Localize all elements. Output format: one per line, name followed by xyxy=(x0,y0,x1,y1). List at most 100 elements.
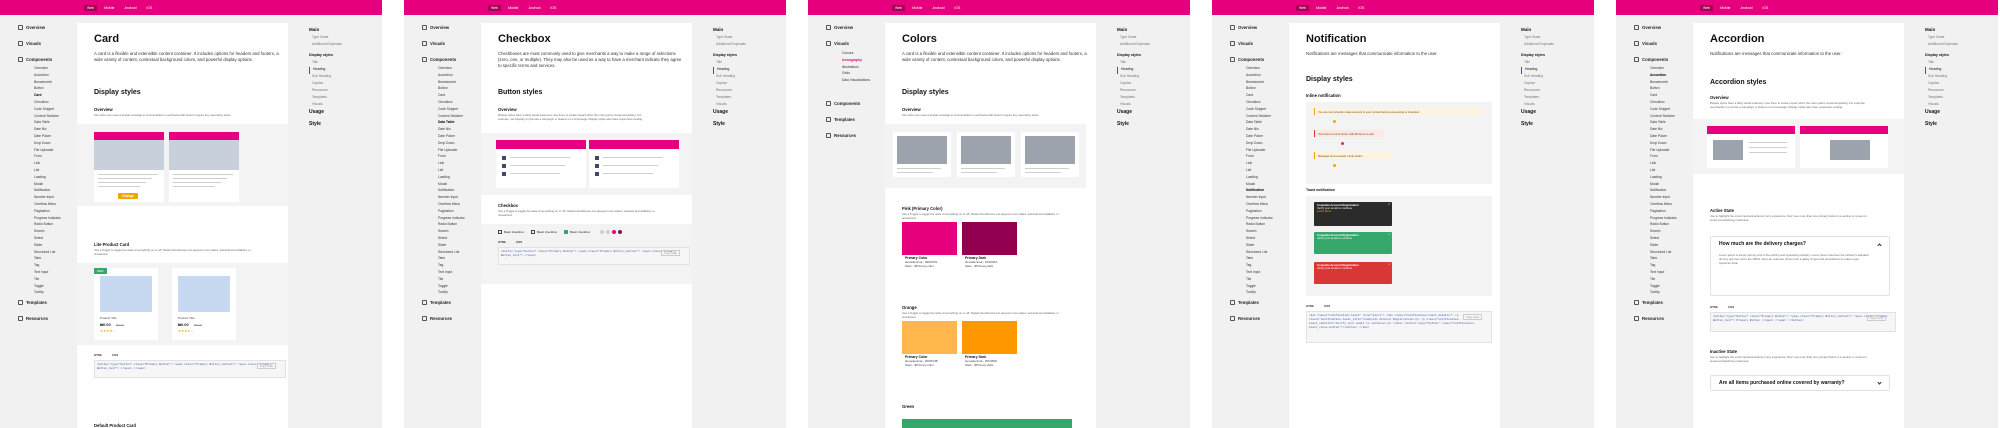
right-nav-item[interactable]: Caption xyxy=(713,81,779,88)
sidebar-item-component[interactable]: Code Snippet xyxy=(438,106,468,113)
sidebar-item-component[interactable]: Tooltip xyxy=(438,289,468,296)
sidebar-item-component[interactable]: Breadcrumb xyxy=(34,79,64,86)
sidebar-group-components[interactable]: Components xyxy=(1230,57,1264,62)
sidebar-item-component[interactable]: Tag xyxy=(34,262,64,269)
right-nav-item[interactable]: Templates xyxy=(309,95,375,102)
sidebar-item-component[interactable]: Content Switcher xyxy=(1650,113,1680,120)
sidebar-item-component[interactable]: Loading xyxy=(1650,174,1680,181)
platform-tab-ios[interactable]: iOS xyxy=(1760,5,1772,11)
right-nav-item[interactable]: Additional Emphasis xyxy=(1521,42,1587,49)
sidebar-group-resources[interactable]: Resources xyxy=(1230,316,1260,321)
right-nav-item[interactable]: Resources xyxy=(1521,88,1587,95)
sidebar-item-component[interactable]: Slider xyxy=(1650,242,1680,249)
right-nav-item[interactable]: Sub Heading xyxy=(1521,74,1587,81)
right-nav-style[interactable]: Style xyxy=(1925,121,1991,133)
sidebar-item-component[interactable]: Progress Indicator xyxy=(438,215,468,222)
sidebar-item-component[interactable]: Accordion xyxy=(1650,72,1680,79)
sidebar-group-visuals[interactable]: Visuals xyxy=(18,41,41,46)
platform-tab-android[interactable]: Android xyxy=(1333,5,1351,11)
sidebar-item-component[interactable]: Tag xyxy=(1650,262,1680,269)
platform-tab-android[interactable]: Android xyxy=(525,5,543,11)
sidebar-item-component[interactable]: Structured List xyxy=(1650,249,1680,256)
right-nav-item[interactable]: Additional Emphasis xyxy=(1117,42,1183,49)
sidebar-item-component[interactable]: Button xyxy=(438,85,468,92)
sidebar-item-component[interactable]: Select xyxy=(1246,235,1276,242)
right-nav-item[interactable]: Resources xyxy=(309,88,375,95)
sidebar-item-component[interactable]: Overflow Menu xyxy=(34,201,64,208)
right-nav-usage[interactable]: Usage xyxy=(1925,109,1991,121)
right-nav-item[interactable]: Type Scale xyxy=(1925,35,1991,42)
sidebar-item-component[interactable]: Notification xyxy=(1246,187,1276,194)
sidebar-item-component[interactable]: Text Input xyxy=(1650,269,1680,276)
sidebar-item-component[interactable]: Search xyxy=(34,228,64,235)
sidebar-item-component[interactable]: Modal xyxy=(1246,181,1276,188)
code-tab[interactable]: CSS xyxy=(1324,304,1330,308)
sidebar-group-visuals[interactable]: Visuals xyxy=(1230,41,1253,46)
checkbox-box[interactable] xyxy=(531,230,535,234)
sidebar-group-overview[interactable]: Overview xyxy=(18,25,45,30)
sidebar-item-component[interactable]: Structured List xyxy=(438,249,468,256)
sidebar-item-component[interactable]: Loading xyxy=(34,174,64,181)
sidebar-item-component[interactable]: Number Input xyxy=(1650,194,1680,201)
platform-tab-android[interactable]: Android xyxy=(1737,5,1755,11)
sidebar-group-templates[interactable]: Templates xyxy=(18,300,47,305)
sidebar-item-component[interactable]: Select xyxy=(1650,235,1680,242)
right-nav-item[interactable]: Visuals xyxy=(1521,102,1587,109)
sidebar-item-component[interactable]: Card xyxy=(438,92,468,99)
right-nav-item[interactable]: Title xyxy=(1521,60,1587,67)
code-tab[interactable]: HTML xyxy=(498,240,506,244)
sidebar-item-component[interactable]: Drop Down xyxy=(34,140,64,147)
checkbox-box[interactable] xyxy=(564,230,568,234)
right-nav-style[interactable]: Style xyxy=(713,121,779,133)
sidebar-item-component[interactable]: Content Switcher xyxy=(1246,113,1276,120)
sidebar-item-component[interactable]: Date Nix xyxy=(1650,126,1680,133)
sidebar-item-component[interactable]: Radio Button xyxy=(438,221,468,228)
right-nav-item[interactable]: Resources xyxy=(1117,88,1183,95)
right-nav-display[interactable]: Display styles xyxy=(1117,53,1183,57)
code-tab[interactable]: HTML xyxy=(94,353,102,357)
sidebar-item-component[interactable]: Content Switcher xyxy=(438,113,468,120)
right-nav-item[interactable]: Resources xyxy=(713,88,779,95)
sidebar-item-component[interactable]: Overview xyxy=(34,65,64,72)
sidebar-group-templates[interactable]: Templates xyxy=(826,117,855,122)
sidebar-item-component[interactable]: Link xyxy=(1246,160,1276,167)
sidebar-item-component[interactable]: List xyxy=(1246,167,1276,174)
right-nav-item[interactable]: Sub Heading xyxy=(309,74,375,81)
sidebar-item-component[interactable]: Pagination xyxy=(34,208,64,215)
sidebar-item-component[interactable]: Card xyxy=(1650,92,1680,99)
sidebar-item-component[interactable]: Search xyxy=(438,228,468,235)
sidebar-item-component[interactable]: Checkbox xyxy=(438,99,468,106)
platform-tab-android[interactable]: Android xyxy=(929,5,947,11)
right-nav-item[interactable]: Sub Heading xyxy=(713,74,779,81)
sidebar-item-component[interactable]: Data Table xyxy=(1650,119,1680,126)
right-nav-style[interactable]: Style xyxy=(309,121,375,133)
sidebar-group-components[interactable]: Components xyxy=(422,57,456,62)
platform-tab-mobile[interactable]: Mobile xyxy=(1313,5,1329,11)
platform-tab-web[interactable]: Web xyxy=(1296,4,1310,11)
copy-code-button[interactable]: Copy Code xyxy=(1463,314,1482,320)
code-tab[interactable]: CSS xyxy=(1728,305,1734,309)
right-nav-item[interactable]: Caption xyxy=(1925,81,1991,88)
right-nav-display[interactable]: Display styles xyxy=(1925,53,1991,57)
sidebar-item-component[interactable]: Overflow Menu xyxy=(1246,201,1276,208)
sidebar-item-component[interactable]: Tag xyxy=(1246,262,1276,269)
sidebar-item-component[interactable]: Tabs xyxy=(1246,255,1276,262)
sidebar-item-component[interactable]: Tile xyxy=(34,276,64,283)
checkbox-box[interactable] xyxy=(498,230,502,234)
sidebar-item-component[interactable]: File Uploader xyxy=(34,147,64,154)
sidebar-item-component[interactable]: Number Input xyxy=(34,194,64,201)
sidebar-item-component[interactable]: Modal xyxy=(1650,181,1680,188)
close-icon[interactable]: × xyxy=(1388,262,1390,266)
platform-tab-ios[interactable]: iOS xyxy=(548,5,560,11)
code-tab[interactable]: HTML xyxy=(1306,304,1314,308)
platform-tab-mobile[interactable]: Mobile xyxy=(101,5,117,11)
sidebar-item-component[interactable]: Data Table xyxy=(34,119,64,126)
code-tab[interactable]: CSS xyxy=(516,240,522,244)
sidebar-item-component[interactable]: Code Snippet xyxy=(1246,106,1276,113)
right-nav-main[interactable]: Main xyxy=(1925,27,1991,32)
sidebar-item-component[interactable]: Search xyxy=(1650,228,1680,235)
right-nav-item[interactable]: Caption xyxy=(1117,81,1183,88)
right-nav-main[interactable]: Main xyxy=(1117,27,1183,32)
right-nav-main[interactable]: Main xyxy=(1521,27,1587,32)
right-nav-display[interactable]: Display styles xyxy=(1521,53,1587,57)
